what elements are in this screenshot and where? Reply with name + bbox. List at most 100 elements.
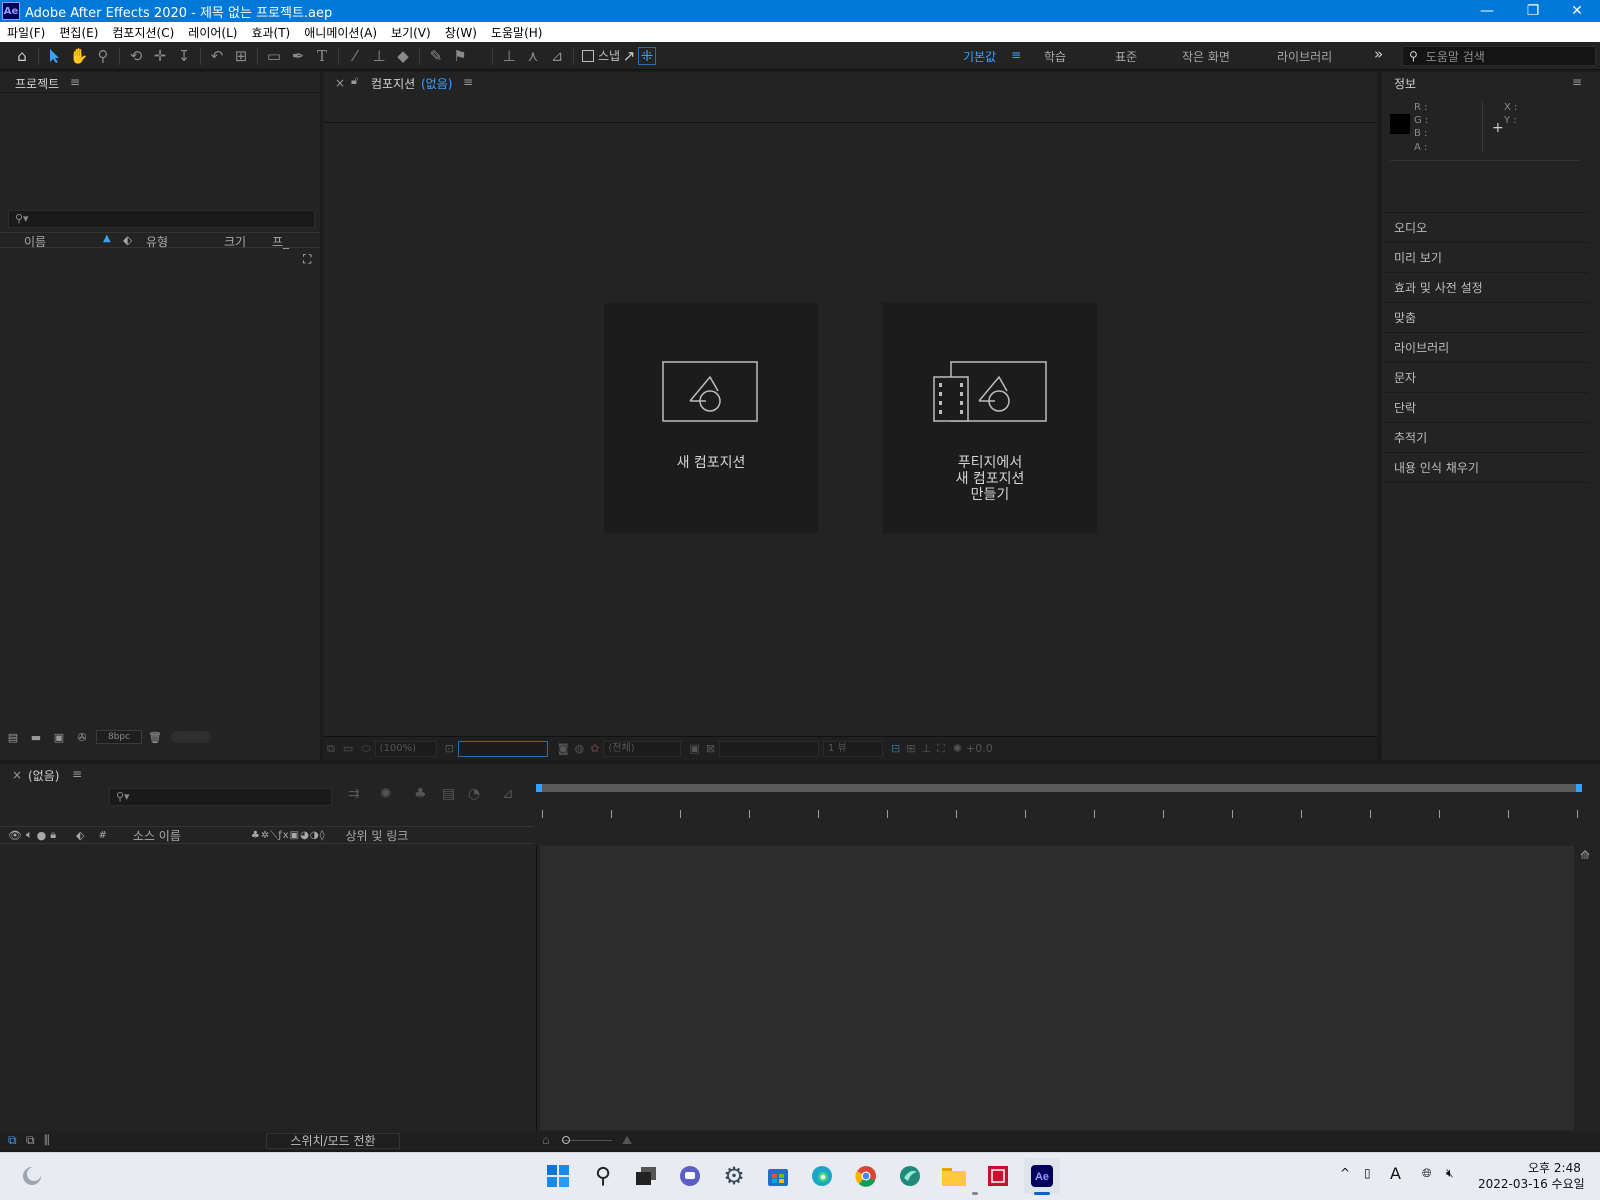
label-tag-icon[interactable]: ⬖	[123, 233, 132, 247]
timeline-panel-menu-icon[interactable]: ≡	[72, 767, 82, 781]
task-view-icon[interactable]	[628, 1158, 664, 1194]
transparency-grid-icon[interactable]: ⊠	[706, 742, 715, 755]
magnification-select[interactable]: (100%)	[374, 740, 437, 757]
windows-start-icon[interactable]	[540, 1158, 576, 1194]
frame-blending-icon[interactable]: ▤	[442, 786, 455, 802]
show-snapshot-icon[interactable]: ◍	[575, 742, 585, 755]
project-settings-icon[interactable]: ✇	[72, 728, 92, 746]
lock-icon[interactable]: 🔒︎	[50, 828, 56, 842]
column-frame-rate[interactable]: 프_	[272, 233, 289, 250]
network-globe-icon[interactable]: 🌐︎	[1422, 1166, 1432, 1181]
workspace-tab-small-screen[interactable]: 작은 화면	[1182, 48, 1230, 65]
shy-layers-icon[interactable]: ♣	[414, 786, 427, 802]
type-tool-icon[interactable]: T	[310, 44, 334, 68]
menu-window[interactable]: 창(W)	[438, 24, 484, 41]
workspace-tab-learn[interactable]: 학습	[1044, 48, 1066, 65]
menu-file[interactable]: 파일(F)	[0, 24, 52, 41]
work-area-bar[interactable]	[536, 784, 1582, 792]
layer-switches-toggle-icon[interactable]: ⧉	[8, 1133, 17, 1148]
new-composition-card[interactable]: 새 컴포지션	[604, 303, 818, 533]
timeline-track-area[interactable]	[540, 846, 1574, 1130]
volume-muted-icon[interactable]: 🔇︎	[1446, 1166, 1454, 1181]
microsoft-store-icon[interactable]	[760, 1158, 796, 1194]
clone-stamp-tool-icon[interactable]: ⊥	[367, 44, 391, 68]
app-swirl-icon[interactable]	[892, 1158, 928, 1194]
weather-icon[interactable]	[14, 1158, 50, 1194]
always-preview-icon[interactable]: ⧉	[327, 742, 335, 756]
work-area-end-handle[interactable]	[1576, 784, 1582, 792]
pen-tool-icon[interactable]: ✒	[286, 44, 310, 68]
maximize-button[interactable]: ❐	[1510, 0, 1556, 22]
mask-icon[interactable]: ⬭	[361, 742, 370, 756]
menu-animation[interactable]: 애니메이션(A)	[297, 24, 384, 41]
new-folder-icon[interactable]: ▬	[26, 728, 46, 746]
menu-help[interactable]: 도움말(H)	[484, 24, 550, 41]
usb-device-icon[interactable]: ▯	[1364, 1166, 1371, 1180]
column-name[interactable]: 이름	[24, 233, 46, 250]
menu-edit[interactable]: 편집(E)	[52, 24, 105, 41]
comp-marker-bin-icon[interactable]: ⟰	[1580, 848, 1590, 862]
camera-view-select[interactable]	[719, 740, 820, 757]
rotate-camera-icon[interactable]: ⟲	[124, 44, 148, 68]
safe-zones-icon[interactable]: ⊡	[445, 742, 454, 755]
timeline-tab-title[interactable]: (없음)	[28, 767, 59, 784]
world-axis-icon[interactable]: ⋏	[521, 44, 545, 68]
zoom-in-icon[interactable]: ⛰	[622, 1133, 632, 1148]
clock-date[interactable]: 2022-03-16 수요일	[1478, 1175, 1585, 1192]
layer-number-column[interactable]: #	[99, 830, 107, 841]
draft-3d-icon[interactable]: ✺	[380, 786, 392, 802]
parent-link-column[interactable]: 상위 및 링크	[346, 827, 409, 844]
info-panel-title[interactable]: 정보	[1394, 75, 1416, 92]
zoom-out-icon[interactable]: ⌂	[542, 1133, 550, 1147]
flowchart-icon[interactable]: ⛶	[303, 252, 311, 267]
snap-features-icon[interactable]: ⁜	[638, 46, 657, 65]
close-tab-icon[interactable]: ×	[335, 76, 345, 90]
panel-character[interactable]: 문자	[1382, 363, 1588, 393]
tray-overflow-icon[interactable]: ^	[1340, 1166, 1350, 1180]
snapshot-camera-icon[interactable]: ◙	[558, 742, 569, 755]
label-tag-icon[interactable]: ⬖	[76, 829, 84, 842]
close-tab-icon[interactable]: ×	[12, 768, 22, 782]
panel-effects-presets[interactable]: 효과 및 사전 설정	[1382, 273, 1588, 303]
time-ruler[interactable]	[536, 784, 1582, 850]
dolly-camera-icon[interactable]: ↧	[172, 44, 196, 68]
after-effects-taskbar-icon[interactable]: Ae	[1024, 1158, 1060, 1194]
menu-composition[interactable]: 컴포지션(C)	[105, 24, 181, 41]
view-axis-icon[interactable]: ⊿	[545, 44, 569, 68]
panel-content-aware-fill[interactable]: 내용 인식 채우기	[1382, 453, 1588, 483]
brush-tool-icon[interactable]: ⁄	[343, 44, 367, 68]
fast-previews-icon[interactable]: ⊞	[906, 742, 915, 755]
ime-indicator[interactable]: A	[1390, 1164, 1401, 1183]
edge-browser-icon[interactable]	[804, 1158, 840, 1194]
help-search-field[interactable]: ⚲ 도움말 검색	[1402, 46, 1596, 66]
zoom-slider-handle[interactable]	[562, 1136, 570, 1144]
switches-icons[interactable]: ♣✲⟍ƒx▣◕◑◊	[251, 830, 326, 841]
solo-dot-icon[interactable]: ●	[37, 829, 47, 842]
bit-depth-button[interactable]: 8bpc	[96, 730, 142, 744]
region-of-interest-icon[interactable]: ▣	[689, 742, 699, 755]
composition-mini-flowchart-icon[interactable]: ⇉	[348, 786, 360, 802]
toggle-switches-modes-button[interactable]: 스위치/모드 전환	[266, 1133, 400, 1149]
lock-icon[interactable]: 🔓︎	[351, 74, 358, 88]
roto-brush-tool-icon[interactable]: ✎	[424, 44, 448, 68]
source-name-column[interactable]: 소스 이름	[133, 827, 181, 844]
exposure-value[interactable]: +0.0	[966, 742, 993, 755]
selection-tool-icon[interactable]	[43, 44, 67, 68]
transfer-controls-toggle-icon[interactable]: ⧉	[26, 1133, 35, 1148]
delete-trash-icon[interactable]: 🗑	[145, 728, 165, 746]
sort-ascending-icon[interactable]: ▲	[103, 233, 111, 244]
project-search-input[interactable]: ⚲▾	[8, 210, 315, 228]
video-eye-icon[interactable]: 👁︎	[8, 829, 22, 842]
workspace-menu-icon[interactable]: ≡	[1011, 48, 1021, 62]
new-composition-from-footage-card[interactable]: 푸티지에서 새 컴포지션 만들기	[883, 303, 1097, 533]
zoom-tool-icon[interactable]: ⚲	[91, 44, 115, 68]
pan-behind-tool-icon[interactable]: ⊞	[229, 44, 253, 68]
clock-time[interactable]: 오후 2:48	[1528, 1159, 1581, 1176]
audio-speaker-icon[interactable]: 🔈︎	[26, 828, 33, 842]
interpret-footage-icon[interactable]: ▤	[3, 728, 23, 746]
workspace-tab-default[interactable]: 기본값	[963, 48, 996, 65]
composition-panel-menu-icon[interactable]: ≡	[463, 75, 473, 89]
rotation-tool-icon[interactable]: ↶	[205, 44, 229, 68]
motion-blur-icon[interactable]: ◔	[468, 786, 480, 802]
timeline-search-input[interactable]: ⚲▾	[109, 788, 332, 806]
